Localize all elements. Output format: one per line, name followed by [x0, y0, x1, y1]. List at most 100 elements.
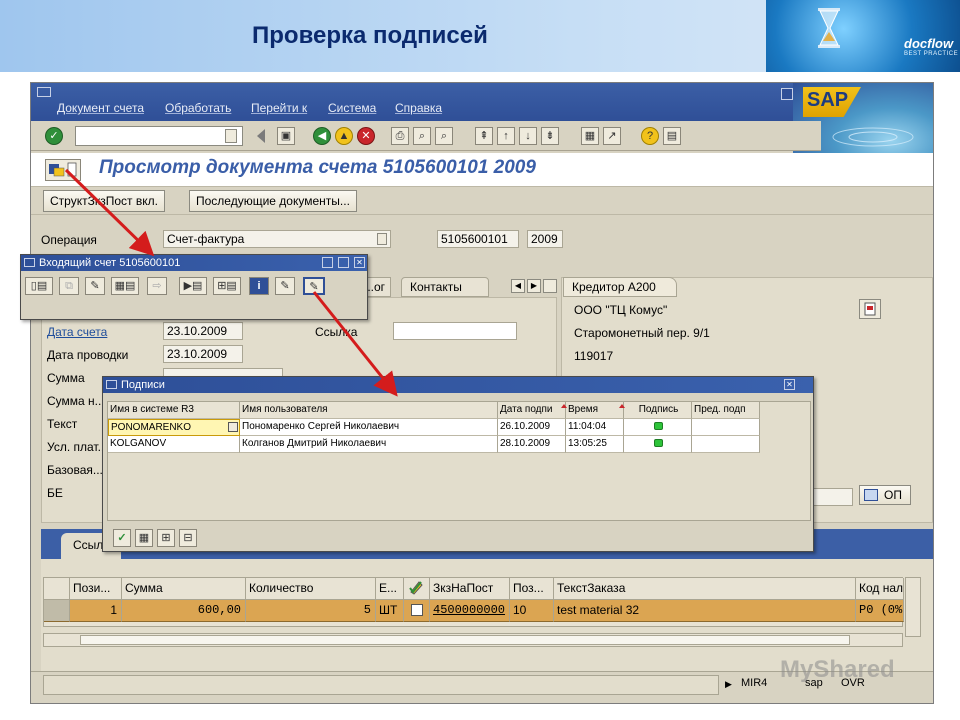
signatures-icon[interactable]: ✎ [303, 277, 325, 295]
menu-help[interactable]: Справка [395, 101, 442, 115]
info-icon[interactable]: i [249, 277, 269, 295]
create-icon[interactable]: ▯▤ [25, 277, 53, 295]
grid-icon[interactable]: ▦ [135, 529, 153, 547]
save-icon[interactable]: ▣ [277, 127, 295, 145]
menu-document[interactable]: Документ счета [57, 101, 144, 115]
minimize-button[interactable] [781, 88, 793, 100]
tab-scroll-left-icon[interactable]: ◀ [511, 279, 525, 293]
column-header-edit-icon[interactable] [404, 578, 430, 600]
column-header[interactable]: Количество [246, 578, 376, 600]
collapse-all-icon[interactable]: ⊟ [179, 529, 197, 547]
table-cell[interactable]: test material 32 [554, 600, 856, 622]
payment-terms-label: Усл. плат... [47, 440, 108, 454]
reference-field[interactable] [393, 322, 517, 340]
base-date-label: Базовая... [47, 463, 103, 477]
find-next-icon[interactable]: ⌕ [435, 127, 453, 145]
column-header[interactable]: Е... [376, 578, 404, 600]
menu-system[interactable]: Система [328, 101, 376, 115]
horizontal-scrollbar[interactable] [43, 633, 903, 647]
column-header[interactable]: Имя пользователя [240, 402, 498, 419]
operation-select[interactable]: Счет-фактура [163, 230, 391, 248]
relationships-icon[interactable]: ⊞▤ [213, 277, 241, 295]
column-header[interactable]: Дата подпи [498, 402, 566, 419]
exit-icon[interactable]: ▲ [335, 127, 353, 145]
hourglass-icon [818, 8, 840, 48]
column-header[interactable]: Сумма [122, 578, 246, 600]
maximize-button[interactable] [338, 257, 349, 268]
window-menu-icon[interactable] [24, 258, 35, 267]
po-structure-button[interactable]: СтруктЗкзПост вкл. [43, 190, 165, 212]
column-header[interactable]: ТекстЗаказа [554, 578, 856, 600]
new-session-icon[interactable]: ▦ [581, 127, 599, 145]
collapse-icon[interactable] [257, 129, 265, 143]
expand-icon[interactable]: ⊞ [157, 529, 175, 547]
open-items-button[interactable]: ОП [859, 485, 911, 505]
column-header[interactable]: ЗкзНаПост [430, 578, 510, 600]
vendor-tab[interactable]: Кредитор А200 [563, 277, 677, 297]
menu-goto[interactable]: Перейти к [251, 101, 307, 115]
vendor-name: ООО "ТЦ Комус" [574, 303, 668, 317]
confirm-icon[interactable]: ✓ [113, 529, 131, 547]
table-cell[interactable]: 600,00 [122, 600, 246, 622]
close-button[interactable]: ✕ [784, 379, 795, 390]
transaction-code[interactable]: MIR4 [741, 677, 767, 689]
print-icon[interactable]: ⎙ [391, 127, 409, 145]
window-menu-icon[interactable] [106, 380, 117, 389]
first-page-icon[interactable]: ⇞ [475, 127, 493, 145]
tab-list-icon[interactable] [543, 279, 557, 293]
business-area-field [813, 488, 853, 506]
next-page-icon[interactable]: ↓ [519, 127, 537, 145]
table-cell[interactable]: P0 (0% [856, 600, 904, 622]
table-cell[interactable]: 5 [246, 600, 376, 622]
layout-menu-icon[interactable]: ▤ [663, 127, 681, 145]
workflow-icon[interactable]: ▶▤ [179, 277, 207, 295]
scrollbar-thumb[interactable] [80, 635, 850, 645]
dropdown-icon[interactable] [377, 233, 387, 245]
vendor-details-icon[interactable] [859, 299, 881, 319]
business-area-label: БЕ [47, 486, 63, 500]
table-cell [692, 436, 760, 453]
row-selector[interactable] [44, 600, 70, 622]
tab-contacts[interactable]: Контакты [401, 277, 489, 297]
value-help-icon[interactable] [228, 422, 238, 432]
column-header[interactable]: Код нал [856, 578, 904, 600]
command-field[interactable] [75, 126, 243, 146]
incoming-invoice-title: Входящий счет 5105600101 [39, 257, 181, 269]
attachment-list-icon[interactable]: ▦▤ [111, 277, 139, 295]
column-header[interactable]: Поз... [510, 578, 554, 600]
table-cell[interactable]: PONOMARENKO [108, 419, 240, 436]
command-history-icon[interactable] [225, 129, 237, 143]
select-all-column[interactable] [44, 578, 70, 600]
help-icon[interactable]: ? [641, 127, 659, 145]
tab-scroll-right-icon[interactable]: ▶ [527, 279, 541, 293]
edit-note-icon[interactable]: ✎ [275, 277, 295, 295]
cancel-icon[interactable]: ✕ [357, 127, 375, 145]
column-header[interactable]: Подпись [624, 402, 692, 419]
window-menu-icon[interactable] [37, 87, 51, 97]
menu-edit[interactable]: Обработать [165, 101, 231, 115]
column-header[interactable]: Имя в системе R3 [108, 402, 240, 419]
status-expand-icon[interactable]: ▶ [725, 679, 732, 690]
back-icon[interactable]: ◀ [313, 127, 331, 145]
close-button[interactable]: ✕ [354, 257, 365, 268]
row-checkbox[interactable] [411, 604, 423, 616]
table-cell[interactable]: KOLGANOV [108, 436, 240, 453]
services-for-object-icon[interactable] [45, 159, 81, 181]
note-icon[interactable]: ✎ [85, 277, 105, 295]
last-page-icon[interactable]: ⇟ [541, 127, 559, 145]
enter-icon[interactable]: ✓ [45, 127, 63, 145]
vertical-scrollbar[interactable] [905, 577, 921, 637]
slide-title: Проверка подписей [252, 22, 488, 49]
minimize-button[interactable] [322, 257, 333, 268]
previous-page-icon[interactable]: ↑ [497, 127, 515, 145]
table-cell[interactable]: 10 [510, 600, 554, 622]
table-cell[interactable]: 4500000000 [430, 600, 510, 622]
table-cell[interactable]: ШТ [376, 600, 404, 622]
sort-asc-icon [619, 404, 625, 408]
find-icon[interactable]: ⌕ [413, 127, 431, 145]
follow-on-documents-button[interactable]: Последующие документы... [189, 190, 357, 212]
shortcut-icon[interactable]: ↗ [603, 127, 621, 145]
column-header[interactable]: Время [566, 402, 624, 419]
column-header[interactable]: Пози... [70, 578, 122, 600]
column-header[interactable]: Пред. подп [692, 402, 760, 419]
